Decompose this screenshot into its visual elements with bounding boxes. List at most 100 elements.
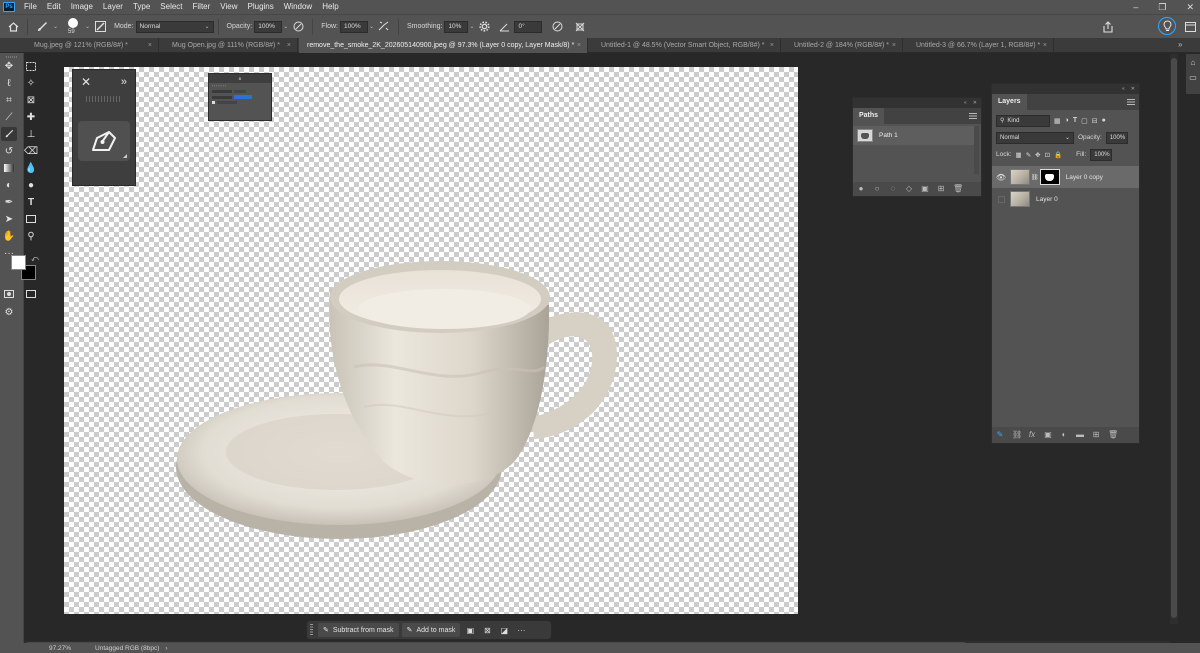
fill-path-icon[interactable]: ● [857,185,865,193]
chevron-down-icon[interactable]: ⌄ [85,23,90,30]
gradient-tool-icon[interactable] [1,161,17,175]
swap-colors-icon[interactable]: ⤺ [27,253,43,267]
menu-plugins[interactable]: Plugins [243,0,279,14]
menu-image[interactable]: Image [66,0,98,14]
gear-icon[interactable] [477,20,491,34]
close-icon[interactable]: × [770,38,774,53]
panel-menu-icon[interactable] [1127,99,1135,105]
lock-transparent-icon[interactable]: ▦ [1016,151,1022,159]
panel-grip[interactable] [86,96,122,102]
layer-mask-thumbnail[interactable] [1039,169,1060,185]
chevron-down-icon[interactable]: ⌄ [369,23,374,30]
close-icon[interactable]: ✕ [81,75,91,89]
layer-fill-field[interactable]: 100% [1090,148,1113,161]
menu-filter[interactable]: Filter [188,0,216,14]
pressure-size-icon[interactable] [550,20,564,34]
share-icon[interactable] [1101,20,1115,34]
brush-preset-picker[interactable]: 59 [64,16,84,38]
healing-brush-icon[interactable]: ✚ [23,110,39,124]
filter-adjustment-icon[interactable]: ◑ [1065,117,1069,124]
filter-type-icon[interactable]: T [1073,117,1077,124]
menu-help[interactable]: Help [317,0,343,14]
scrollbar-thumb[interactable] [1171,58,1177,618]
clone-stamp-icon[interactable]: ⊥ [23,127,39,141]
close-icon[interactable]: ✕ [973,100,977,106]
tab-remove-the-smoke[interactable]: remove_the_smoke_2K_202605140900.jpeg @ … [299,38,588,53]
menu-view[interactable]: View [215,0,242,14]
lasso-tool-icon[interactable]: ℓ [1,76,17,90]
foreground-color-swatch[interactable] [11,255,26,270]
airbrush-icon[interactable] [377,20,391,34]
flow-field[interactable]: 100% [339,20,368,33]
angle-field[interactable]: 0° [514,20,543,33]
brush-icon[interactable]: ✎ [996,431,1004,439]
gear-icon[interactable]: ⚙ [209,74,271,83]
rubber-band-row[interactable] [209,100,271,105]
tab-untitled-2[interactable]: Untitled-2 @ 184% (RGB/8#) * × [782,38,903,53]
menu-file[interactable]: File [19,0,42,14]
chevron-right-icon[interactable]: › [165,645,167,652]
tab-untitled-1[interactable]: Untitled-1 @ 48.5% (Vector Smart Object,… [589,38,781,53]
panel-menu-icon[interactable] [969,113,977,119]
make-work-path-icon[interactable]: ◇ [905,185,913,193]
collapse-icon[interactable]: « [964,100,967,106]
chevron-down-icon[interactable]: ⌄ [283,23,288,30]
new-path-icon[interactable]: ⊞ [937,185,945,193]
mask-options-icon[interactable]: ◪ [497,623,511,637]
add-mask-icon[interactable]: ▣ [1044,431,1052,439]
pen-tool-button[interactable] [78,121,130,161]
menu-window[interactable]: Window [279,0,317,14]
disable-mask-icon[interactable]: ⊠ [480,623,494,637]
frame-tool-icon[interactable]: ⊠ [23,93,39,107]
filter-shape-icon[interactable]: ▢ [1081,117,1088,125]
path-selection-icon[interactable]: ➤ [1,212,17,226]
lock-image-icon[interactable]: ✎ [1026,151,1031,159]
link-layers-icon[interactable]: ⛓ [1012,431,1022,439]
fx-icon[interactable]: fx [1028,431,1036,439]
filter-smart-object-icon[interactable]: ⊟ [1092,117,1098,125]
sponge-tool-icon[interactable]: ● [23,178,39,192]
move-tool-icon[interactable]: ✥ [1,59,17,73]
dodge-tool-icon[interactable]: ◐ [1,178,17,192]
opacity-field[interactable]: 100% [254,20,283,33]
close-icon[interactable]: × [148,38,152,53]
quick-mask-icon[interactable] [1,287,17,301]
panel-scrollbar[interactable] [974,126,979,174]
home-icon[interactable] [6,20,20,34]
task-bar-grip[interactable] [310,624,313,636]
mask-link-icon[interactable]: ⛓ [1031,174,1039,181]
lock-all-icon[interactable]: 🔒 [1054,151,1062,159]
chevron-down-icon[interactable]: ⌄ [53,23,58,30]
trash-icon[interactable]: 🗑 [1108,431,1118,439]
hand-tool-icon[interactable]: ✋ [1,229,17,243]
pressure-opacity-icon[interactable] [291,20,305,34]
menu-edit[interactable]: Edit [42,0,66,14]
visibility-eye-icon[interactable]: 👁 [992,173,1010,182]
brush-settings-icon[interactable] [93,20,107,34]
maximize-button[interactable]: ❐ [1158,2,1166,13]
discover-icon[interactable] [1158,17,1176,35]
subtract-from-mask-button[interactable]: ✎ Subtract from mask [318,623,399,637]
pen-tool-icon[interactable]: ✒ [1,195,17,209]
visibility-toggle[interactable] [992,195,1010,203]
close-icon[interactable]: × [287,38,291,53]
add-to-mask-button[interactable]: ✎ Add to mask [401,623,461,637]
workspace-icon[interactable] [1183,20,1197,34]
close-icon[interactable]: ✕ [1131,86,1135,92]
tab-overflow-icon[interactable]: » [1178,40,1182,49]
tab-mug-open[interactable]: Mug Open.jpg @ 111% (RGB/8#) * × [160,38,298,53]
close-icon[interactable]: × [892,38,896,53]
blend-mode-select[interactable]: Normal ⌄ [996,131,1074,144]
adjustment-layer-icon[interactable]: ◐ [1060,431,1068,439]
filter-toggle-icon[interactable]: ● [1102,117,1106,124]
path-item[interactable]: Path 1 [853,126,975,145]
document-canvas[interactable] [64,67,798,614]
history-brush-icon[interactable]: ↺ [1,144,17,158]
more-options-icon[interactable]: ··· [514,623,528,637]
crop-tool-icon[interactable]: ⌗ [1,93,17,107]
brush-tool-icon[interactable] [1,127,17,141]
menu-type[interactable]: Type [128,0,155,14]
layer-row[interactable]: Layer 0 [992,188,1139,210]
type-tool-icon[interactable]: T [23,195,39,209]
add-mask-icon[interactable]: ▣ [921,185,929,193]
